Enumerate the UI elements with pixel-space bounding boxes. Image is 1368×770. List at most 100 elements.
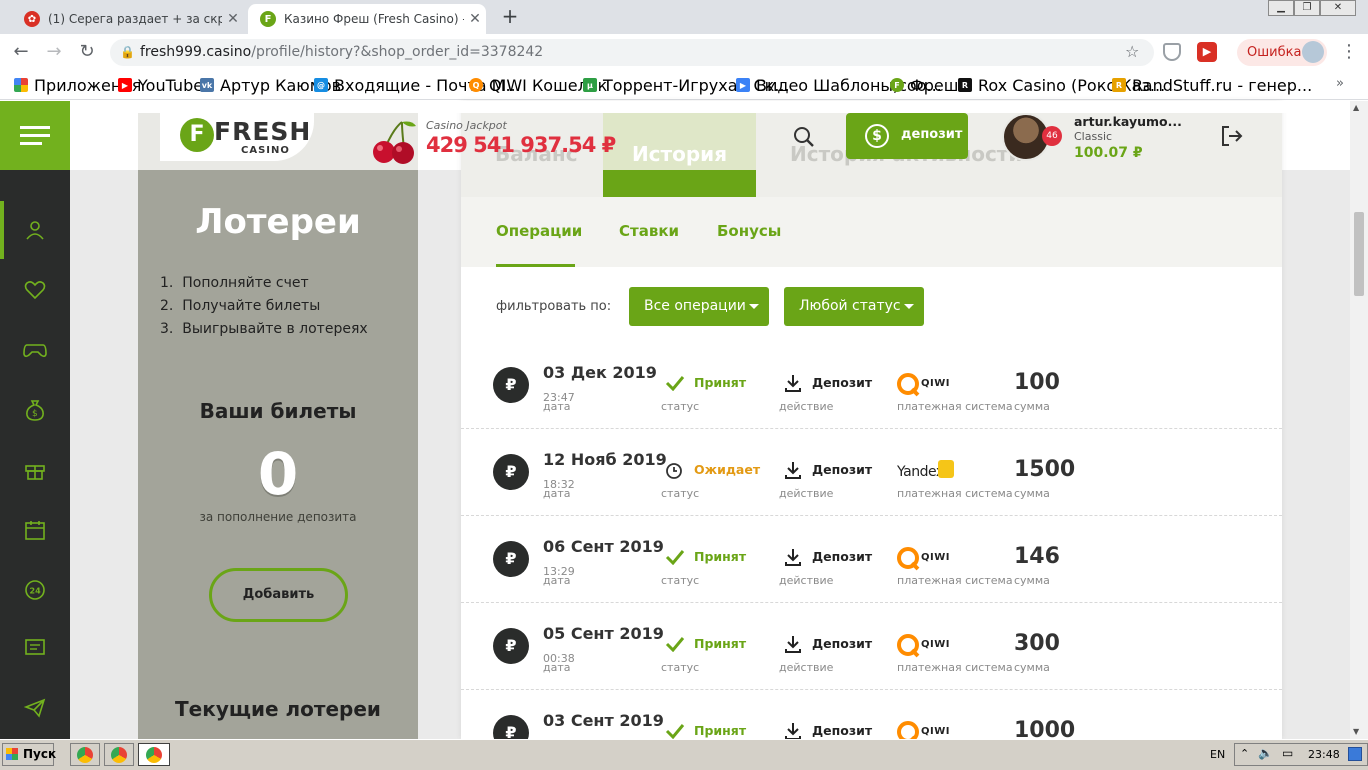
jackpot-label: Casino Jackpot bbox=[426, 119, 507, 132]
close-tab-icon[interactable]: ✕ bbox=[222, 11, 244, 27]
url-host: fresh999.casino bbox=[140, 44, 252, 60]
bookmark-youtube[interactable]: ▶ YouTube bbox=[118, 76, 203, 95]
sidebar-item-calendar[interactable] bbox=[0, 510, 70, 550]
action-caption: действие bbox=[779, 661, 834, 674]
amount-caption: сумма bbox=[1014, 400, 1050, 413]
transaction-date: 03 Дек 2019 bbox=[543, 363, 657, 382]
check-icon bbox=[665, 636, 685, 656]
add-ticket-button[interactable]: Добавить bbox=[209, 568, 348, 622]
profile-avatar-icon[interactable] bbox=[1302, 41, 1324, 63]
taskbar-chrome-2[interactable] bbox=[104, 743, 134, 766]
menu-button[interactable] bbox=[0, 101, 70, 170]
bookmarks-overflow-icon[interactable]: » bbox=[1336, 76, 1344, 91]
date-caption: дата bbox=[543, 574, 571, 587]
history-subtabs bbox=[461, 197, 1282, 267]
paper-plane-icon bbox=[24, 698, 46, 718]
sidebar-item-favorites[interactable] bbox=[0, 270, 70, 310]
new-tab-icon[interactable]: + bbox=[498, 5, 522, 29]
lottery-step-text: Пополняйте счет bbox=[182, 275, 309, 291]
close-tab-icon[interactable]: ✕ bbox=[464, 11, 486, 27]
lottery-step: 2. Получайте билеты bbox=[160, 298, 321, 314]
fresh-icon: F bbox=[890, 78, 904, 92]
cherries-icon bbox=[372, 118, 418, 166]
lottery-step-text: Выигрывайте в лотереях bbox=[182, 321, 368, 337]
hamburger-icon-line bbox=[20, 142, 42, 145]
subtab-operations[interactable]: Операции bbox=[496, 222, 582, 240]
deposit-button[interactable]: $ депозит bbox=[846, 113, 968, 159]
chevron-down-icon bbox=[749, 304, 759, 309]
fresh-logo-icon[interactable]: F bbox=[180, 118, 214, 152]
windows-logo-icon bbox=[6, 748, 18, 760]
sidebar-item-support[interactable]: 24 bbox=[0, 570, 70, 610]
money-bag-icon: $ bbox=[26, 400, 44, 421]
logo-text[interactable]: FRESH bbox=[214, 117, 311, 146]
bookmark-star-icon[interactable]: ☆ bbox=[1125, 42, 1139, 61]
sidebar-item-gifts[interactable] bbox=[0, 450, 70, 490]
sidebar-item-games[interactable] bbox=[0, 330, 70, 370]
play-icon: ▶ bbox=[736, 78, 750, 92]
user-level: Classic bbox=[1074, 130, 1113, 143]
show-desktop-icon[interactable] bbox=[1348, 747, 1362, 761]
minimize-window-icon[interactable]: ▁ bbox=[1268, 0, 1294, 16]
user-name[interactable]: artur.kayumo... bbox=[1074, 114, 1182, 129]
sidebar-item-news[interactable] bbox=[0, 628, 70, 668]
lock-icon[interactable]: 🔒 bbox=[120, 45, 135, 59]
logout-icon[interactable] bbox=[1220, 124, 1244, 148]
youtube-icon: ▶ bbox=[118, 78, 132, 92]
status-filter-select[interactable]: Любой статус bbox=[784, 287, 924, 326]
reload-icon[interactable]: ↻ bbox=[76, 42, 98, 64]
sidebar-item-telegram[interactable] bbox=[0, 688, 70, 728]
shield-extension-icon[interactable] bbox=[1163, 43, 1181, 61]
user-level-badge: 46 bbox=[1042, 126, 1062, 146]
close-window-icon[interactable]: ✕ bbox=[1320, 0, 1356, 16]
network-icon[interactable]: ▭ bbox=[1282, 746, 1293, 760]
tab-history[interactable]: История bbox=[603, 142, 756, 166]
transaction-status: Принят bbox=[694, 636, 747, 651]
operations-filter-select[interactable]: Все операции bbox=[629, 287, 769, 326]
taskbar-chrome-1[interactable] bbox=[70, 743, 100, 766]
payment-name: QIWI bbox=[921, 726, 950, 737]
user-balance: 100.07 ₽ bbox=[1074, 145, 1143, 161]
page-scrollbar[interactable] bbox=[1350, 101, 1368, 739]
forward-icon[interactable]: → bbox=[43, 42, 65, 64]
lottery-step: 1. Пополняйте счет bbox=[160, 275, 309, 291]
scroll-down-icon[interactable]: ▼ bbox=[1353, 727, 1359, 736]
hamburger-icon bbox=[20, 126, 50, 129]
address-bar[interactable]: fresh999.casino/profile/history?&shop_or… bbox=[110, 39, 1154, 66]
subtab-bonuses[interactable]: Бонусы bbox=[717, 222, 781, 240]
status-caption: статус bbox=[661, 400, 700, 413]
chevron-down-icon bbox=[904, 304, 914, 309]
back-icon[interactable]: ← bbox=[10, 42, 32, 64]
ruble-icon: ₽ bbox=[493, 541, 529, 577]
sidebar-item-profile[interactable] bbox=[0, 210, 70, 250]
transaction-action: Депозит bbox=[812, 636, 873, 651]
url-path: /profile/history?&shop_order_id=3378242 bbox=[251, 44, 544, 60]
language-indicator[interactable]: EN bbox=[1210, 748, 1225, 761]
apps-grid-icon bbox=[14, 78, 28, 92]
tab-favicon-icon: F bbox=[260, 11, 276, 27]
volume-icon[interactable]: 🔈 bbox=[1258, 746, 1273, 760]
heart-icon bbox=[24, 281, 46, 300]
extension-red-icon[interactable]: ▶ bbox=[1197, 42, 1217, 62]
bookmark-fresh[interactable]: F Фреш bbox=[890, 76, 958, 95]
scrollbar-thumb[interactable] bbox=[1354, 212, 1364, 296]
restore-window-icon[interactable]: ❐ bbox=[1294, 0, 1320, 16]
vk-icon: vk bbox=[200, 78, 214, 92]
tab-title: (1) Серега раздает + за скрин при bbox=[48, 12, 222, 26]
browser-tab-inactive[interactable]: ✿ (1) Серега раздает + за скрин при ✕ bbox=[12, 4, 244, 34]
scroll-up-icon[interactable]: ▲ bbox=[1353, 103, 1359, 112]
browser-menu-icon[interactable]: ⋮ bbox=[1340, 42, 1358, 62]
lottery-title: Лотереи bbox=[195, 202, 361, 242]
chrome-icon bbox=[77, 746, 93, 763]
taskbar-chrome-active[interactable] bbox=[138, 743, 170, 766]
tray-expand-icon[interactable]: ⌃ bbox=[1240, 747, 1249, 760]
date-caption: дата bbox=[543, 661, 571, 674]
search-icon[interactable] bbox=[793, 126, 815, 148]
payment-name: Yandex bbox=[897, 464, 944, 480]
bookmark-label: RandStuff.ru - генер... bbox=[1132, 75, 1313, 95]
subtab-bets[interactable]: Ставки bbox=[619, 222, 679, 240]
browser-tab-active[interactable]: F Казино Фреш (Fresh Casino) - офи ✕ bbox=[248, 4, 486, 34]
sidebar-item-money[interactable]: $ bbox=[0, 390, 70, 430]
amount-caption: сумма bbox=[1014, 487, 1050, 500]
bookmark-randstuff[interactable]: R RandStuff.ru - генер... bbox=[1112, 75, 1313, 95]
